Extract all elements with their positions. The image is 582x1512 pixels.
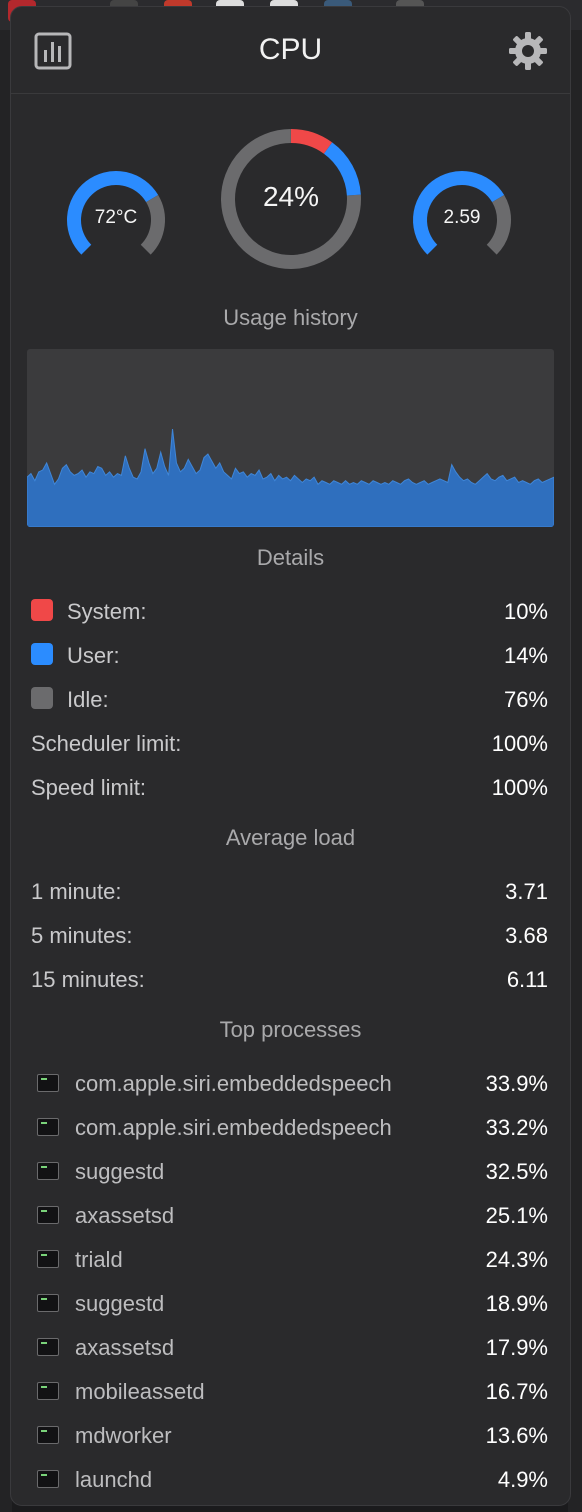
cpu-popup-panel: CPU 72°C 24% 2.59 Usage history Details …: [10, 6, 571, 1506]
usage-history-chart: [27, 349, 554, 527]
process-cpu-value: 32.5%: [485, 1159, 548, 1184]
process-row[interactable]: axassetsd 17.9%: [37, 1335, 548, 1365]
details-label: Idle:: [67, 687, 109, 712]
details-label: System:: [67, 599, 147, 624]
details-value: 14%: [503, 643, 548, 668]
process-cpu-value: 13.6%: [485, 1423, 548, 1448]
process-cpu-value: 17.9%: [485, 1335, 548, 1360]
process-cpu-value: 16.7%: [485, 1379, 548, 1404]
process-cpu-value: 4.9%: [497, 1467, 548, 1492]
system-color-swatch: [31, 599, 53, 621]
process-row[interactable]: mdworker 13.6%: [37, 1423, 548, 1453]
details-value: 76%: [503, 687, 548, 712]
average-load-label: 1 minute:: [31, 879, 122, 904]
process-cpu-value: 25.1%: [485, 1203, 548, 1228]
average-load-value: 6.11: [506, 967, 548, 992]
average-load-value: 3.68: [505, 923, 548, 948]
average-load-title: Average load: [225, 825, 356, 850]
process-name: mobileassetd: [75, 1379, 205, 1404]
terminal-icon: [37, 1162, 59, 1180]
process-row[interactable]: triald 24.3%: [37, 1247, 548, 1277]
process-cpu-value: 33.2%: [485, 1115, 548, 1140]
process-name: launchd: [75, 1467, 153, 1492]
terminal-icon: [37, 1338, 59, 1356]
process-row[interactable]: com.apple.siri.embeddedspeech 33.2%: [37, 1115, 548, 1145]
process-name: mdworker: [75, 1423, 172, 1448]
average-load-value: 3.71: [505, 879, 548, 904]
process-row[interactable]: mobileassetd 16.7%: [37, 1379, 548, 1409]
process-name: com.apple.siri.embeddedspeech: [75, 1071, 392, 1096]
process-name: suggestd: [75, 1291, 165, 1316]
temperature-gauge: 72°C: [65, 169, 167, 271]
terminal-icon: [37, 1294, 59, 1312]
terminal-icon: [37, 1118, 59, 1136]
details-row-scheduler-limit: Scheduler limit: 100%: [31, 731, 548, 761]
process-cpu-value: 18.9%: [485, 1291, 548, 1316]
process-name: suggestd: [75, 1159, 165, 1184]
details-value: 10%: [503, 599, 548, 624]
usage-history-series: [27, 429, 554, 527]
details-value: 100%: [491, 731, 548, 756]
panel-header: CPU: [11, 7, 570, 94]
average-load-row: 15 minutes: 6.11: [31, 967, 548, 997]
terminal-icon: [37, 1382, 59, 1400]
details-title: Details: [256, 545, 325, 570]
user-color-swatch: [31, 643, 53, 665]
details-row-user: User: 14%: [31, 643, 548, 673]
average-load-row: 1 minute: 3.71: [31, 879, 548, 909]
process-name: axassetsd: [75, 1335, 175, 1360]
cpu-usage-gauge: 24%: [219, 127, 363, 271]
process-cpu-value: 24.3%: [485, 1247, 548, 1272]
details-label: Speed limit:: [31, 775, 146, 800]
terminal-icon: [37, 1074, 59, 1092]
average-load-label: 15 minutes:: [31, 967, 145, 992]
process-row[interactable]: axassetsd 25.1%: [37, 1203, 548, 1233]
usage-history-title: Usage history: [223, 305, 358, 330]
details-value: 100%: [491, 775, 548, 800]
details-row-system: System: 10%: [31, 599, 548, 629]
details-label: Scheduler limit:: [31, 731, 182, 756]
terminal-icon: [37, 1426, 59, 1444]
process-name: axassetsd: [75, 1203, 175, 1228]
process-cpu-value: 33.9%: [485, 1071, 548, 1096]
average-load-label: 5 minutes:: [31, 923, 133, 948]
idle-color-swatch: [31, 687, 53, 709]
process-name: triald: [75, 1247, 123, 1272]
top-processes-title: Top processes: [219, 1017, 362, 1042]
details-row-idle: Idle: 76%: [31, 687, 548, 717]
details-row-speed-limit: Speed limit: 100%: [31, 775, 548, 805]
average-load-row: 5 minutes: 3.68: [31, 923, 548, 953]
gear-icon[interactable]: [508, 31, 548, 71]
terminal-icon: [37, 1206, 59, 1224]
process-row[interactable]: suggestd 32.5%: [37, 1159, 548, 1189]
process-row[interactable]: launchd 4.9%: [37, 1467, 548, 1497]
process-name: com.apple.siri.embeddedspeech: [75, 1115, 392, 1140]
page-title: CPU: [258, 33, 323, 66]
gauges-row: 72°C 24% 2.59: [11, 117, 570, 287]
process-row[interactable]: suggestd 18.9%: [37, 1291, 548, 1321]
process-row[interactable]: com.apple.siri.embeddedspeech 33.9%: [37, 1071, 548, 1101]
usage-system-arc: [290, 129, 333, 154]
cpu-usage-value: 24%: [262, 181, 320, 212]
details-label: User:: [67, 643, 120, 668]
load-average-gauge: 2.59: [411, 169, 513, 271]
usage-history-area: [27, 429, 554, 527]
terminal-icon: [37, 1470, 59, 1488]
terminal-icon: [37, 1250, 59, 1268]
temperature-value: 72°C: [94, 207, 138, 228]
load-average-value: 2.59: [443, 207, 481, 228]
